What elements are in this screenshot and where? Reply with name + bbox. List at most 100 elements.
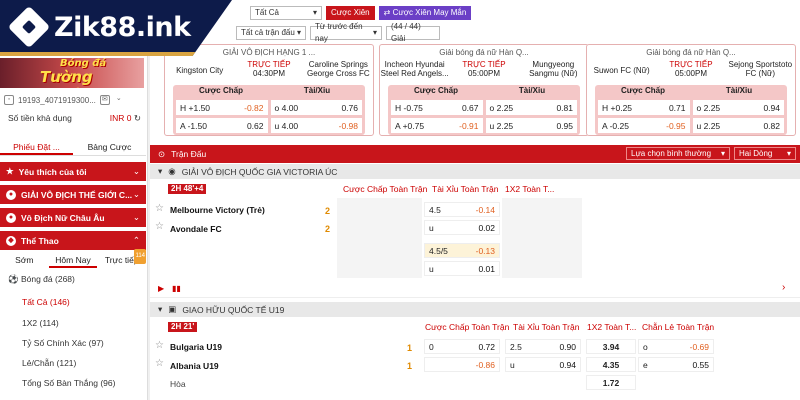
parlay-button[interactable]: Cược Xiên	[326, 6, 375, 20]
menu-women-euro[interactable]: ● Vô Địch Nữ Châu Âu ⌄	[0, 208, 146, 227]
tab-early[interactable]: Sớm	[0, 253, 49, 268]
league-name: GIAO HỮU QUỐC TẾ U19	[182, 304, 285, 315]
more-icon[interactable]: ›	[782, 282, 785, 293]
sub-all[interactable]: Tất Cả (146)	[22, 297, 70, 307]
league-header-1[interactable]: ▾ ◉ GIẢI VÔ ĐỊCH QUỐC GIA VICTORIA ÚC	[150, 164, 800, 179]
sub-count: (96)	[100, 378, 116, 388]
odds-line: 4.5	[429, 204, 441, 215]
odds-cell[interactable]: o -0.69	[638, 339, 714, 354]
promo-banner[interactable]: Bóng đá Tường Thuật	[0, 58, 144, 88]
globe-icon: ◉	[168, 166, 176, 176]
menu-world-cup[interactable]: ● GIẢI VÔ ĐỊCH THẾ GIỚI C... ⌄	[0, 185, 146, 204]
price: 0.94	[763, 102, 780, 113]
stats-icon[interactable]: ▮▮	[172, 284, 181, 293]
tab-today[interactable]: Hôm Nay	[48, 253, 98, 268]
odds-cell[interactable]: u 0.02	[424, 220, 500, 235]
live-card-1[interactable]: GIẢI VÔ ĐỊCH HẠNG 1 ... Kingston City TRỰ…	[164, 44, 374, 136]
odds-cell-1x2[interactable]: 1.72	[586, 375, 636, 390]
menu-label: GIẢI VÔ ĐỊCH THẾ GIỚI C...	[21, 189, 133, 200]
odds-cell[interactable]: e 0.55	[638, 357, 714, 372]
odds-cell[interactable]: o 4.00 0.76	[270, 100, 362, 115]
time-filter-select[interactable]: Từ trước đến nay ▾	[310, 22, 382, 43]
card-odds: Cược Chấp Tài/Xỉu H -0.75 0.67 o 2.25 0.81 A…	[388, 85, 580, 135]
favorite-star-icon[interactable]: ☆	[155, 203, 164, 214]
chevron-up-icon: ⌃	[132, 235, 140, 245]
odds-cell-1x2[interactable]: 3.94	[586, 339, 636, 354]
sport-football[interactable]: ⚽ Bóng đá (268)	[8, 274, 75, 285]
odds-cell[interactable]: 2.5 0.90	[505, 339, 581, 354]
sort-select[interactable]: Lựa chọn bình thường ▾	[626, 147, 730, 160]
odds-cell[interactable]: A +0.75 -0.91	[391, 118, 483, 133]
odds-cell[interactable]: H +1.50 -0.82	[176, 100, 268, 115]
shuffle-icon: ⇄	[383, 8, 393, 17]
tab-live[interactable]: Trực tiếp 114	[97, 249, 147, 268]
price: 0.67	[461, 102, 479, 113]
match-filter-select[interactable]: Tất cả trận đấu ▾	[236, 26, 306, 40]
section-title: Trận Đấu	[171, 149, 207, 159]
favorite-star-icon[interactable]: ☆	[155, 340, 164, 351]
line: 2.25	[703, 102, 721, 113]
away-team: Albania U19	[170, 361, 219, 371]
sport-label: Bóng đá	[20, 274, 53, 284]
odds-cell[interactable]: H +0.25 0.71	[598, 100, 690, 115]
league-header-2[interactable]: ▾ ▣ GIAO HỮU QUỐC TẾ U19	[150, 302, 800, 317]
favorite-star-icon[interactable]: ☆	[155, 358, 164, 369]
odds-cell[interactable]: A -0.25 -0.95	[598, 118, 690, 133]
odds-cell[interactable]: o 2.25 0.81	[485, 100, 577, 115]
card-odds: Cược Chấp Tài/Xỉu H +0.25 0.71 o 2.25 0.94 A…	[595, 85, 787, 135]
ball-icon: ●	[6, 212, 16, 223]
balance-value: INR 0	[109, 113, 132, 123]
odds-cell[interactable]: o 2.25 0.94	[692, 100, 784, 115]
main-content: Tất Cả ▾ Cược Xiên ⇄ Cược Xiên May Mắn Tấ…	[150, 0, 800, 400]
odds-line: u	[510, 359, 515, 370]
logo-banner[interactable]: Zik88.ink	[0, 0, 232, 56]
odds-cell[interactable]: -0.86	[424, 357, 500, 372]
collapse-icon[interactable]: ▾	[158, 304, 162, 315]
odds-cell[interactable]: u 4.00 -0.98	[270, 118, 362, 133]
odds-cell-1x2[interactable]: 4.35	[586, 357, 636, 372]
mail-icon[interactable]: ✉	[99, 95, 110, 105]
ou-label: Tài/Xỉu	[303, 86, 331, 95]
sub-total-goals[interactable]: Tổng Số Bàn Thắng (96)	[22, 378, 115, 388]
chevron-down-icon: ⌄	[132, 166, 140, 176]
odds-cell[interactable]: u 0.01	[424, 261, 500, 276]
favorite-star-icon[interactable]: ☆	[155, 221, 164, 232]
refresh-icon[interactable]: ↻	[134, 113, 141, 123]
card-league: Giải bóng đá nữ Hàn Q...	[439, 48, 529, 57]
sub-label: Tỷ Số Chính Xác	[22, 338, 87, 348]
lucky-parlay-button[interactable]: ⇄ Cược Xiên May Mắn	[378, 6, 472, 20]
odds-cell[interactable]: A -1.50 0.62	[176, 118, 268, 133]
odds-cell[interactable]: u 2.25 0.95	[485, 118, 577, 133]
menu-favorites[interactable]: ★ Yêu thích của tôi ⌄	[0, 162, 146, 181]
lines-select[interactable]: Hai Dòng ▾	[734, 147, 796, 160]
play-icon[interactable]: ▶	[158, 284, 164, 293]
chevron-down-icon[interactable]: ⌄	[114, 95, 124, 105]
tab-bet-slip[interactable]: Phiếu Đặt ...	[0, 138, 73, 155]
live-card-2[interactable]: Giải bóng đá nữ Hàn Q... Incheon Hyundai…	[379, 44, 589, 136]
sub-odd-even[interactable]: Lẻ/Chẵn (121)	[22, 358, 76, 368]
empty-odds	[337, 198, 422, 278]
flag-icon: ▣	[168, 304, 177, 314]
collapse-icon[interactable]: ▾	[158, 166, 162, 177]
tab-bet-list[interactable]: Bảng Cược	[73, 138, 146, 155]
menu-sports[interactable]: ◆ Thể Thao ⌃	[0, 231, 146, 250]
odds-cell[interactable]: 4.5 -0.14	[424, 202, 500, 217]
price: -0.82	[244, 102, 264, 113]
league-filter-select[interactable]: (44 / 44) Giải	[386, 22, 440, 43]
filter-all-select[interactable]: Tất Cả ▾	[250, 6, 322, 20]
odds-cell[interactable]: u 2.25 0.82	[692, 118, 784, 133]
sub-1x2[interactable]: 1X2 (114)	[22, 318, 59, 328]
ou-label: Tài/Xỉu	[725, 86, 753, 95]
line: +0.25	[610, 102, 633, 113]
sub-correct-score[interactable]: Tỷ Số Chính Xác (97)	[22, 338, 104, 348]
card-status: TRỰC TIẾP	[247, 60, 291, 69]
odds-cell[interactable]: 4.5/5 -0.13	[424, 243, 500, 258]
col-odd-even: Chẵn Lẻ Toàn Trận	[642, 322, 715, 332]
balance-label: Số tiền khả dụng	[8, 113, 72, 123]
odds-cell[interactable]: u 0.94	[505, 357, 581, 372]
odds-cell[interactable]: H -0.75 0.67	[391, 100, 483, 115]
price: 0.95	[556, 120, 573, 131]
odds-cell[interactable]: 0 0.72	[424, 339, 500, 354]
user-icon: ◦	[4, 95, 14, 105]
live-card-3[interactable]: Giải bóng đá nữ Hàn Q... Suwon FC (Nữ) TR…	[586, 44, 796, 136]
